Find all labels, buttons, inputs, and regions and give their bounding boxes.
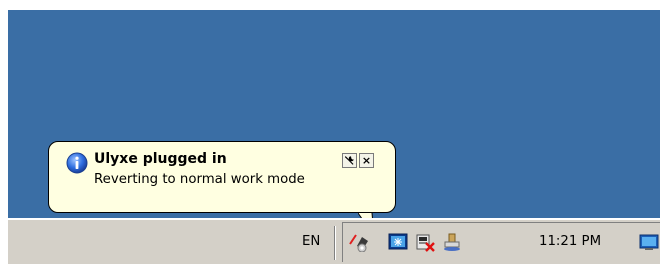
show-desktop-icon[interactable]: [638, 232, 660, 252]
system-clock[interactable]: 11:21 PM: [539, 234, 601, 249]
notification-title: Ulyxe plugged in: [94, 151, 227, 167]
language-indicator[interactable]: EN: [302, 234, 320, 249]
network-monitor-icon[interactable]: [387, 232, 409, 252]
wrench-icon: [345, 156, 354, 165]
screen: Ulyxe plugged in Reverting to normal wor…: [0, 0, 660, 264]
options-button[interactable]: [342, 153, 357, 168]
close-icon: ×: [361, 154, 372, 167]
notification-message: Reverting to normal work mode: [94, 172, 305, 187]
tray-divider: [334, 226, 336, 260]
ulyxe-device-icon[interactable]: [348, 232, 370, 252]
printer-icon[interactable]: [441, 232, 463, 252]
safely-remove-hardware-icon[interactable]: [414, 232, 436, 252]
taskbar-top-edge: [8, 218, 660, 220]
close-button[interactable]: ×: [359, 153, 374, 168]
info-icon: [66, 152, 88, 174]
